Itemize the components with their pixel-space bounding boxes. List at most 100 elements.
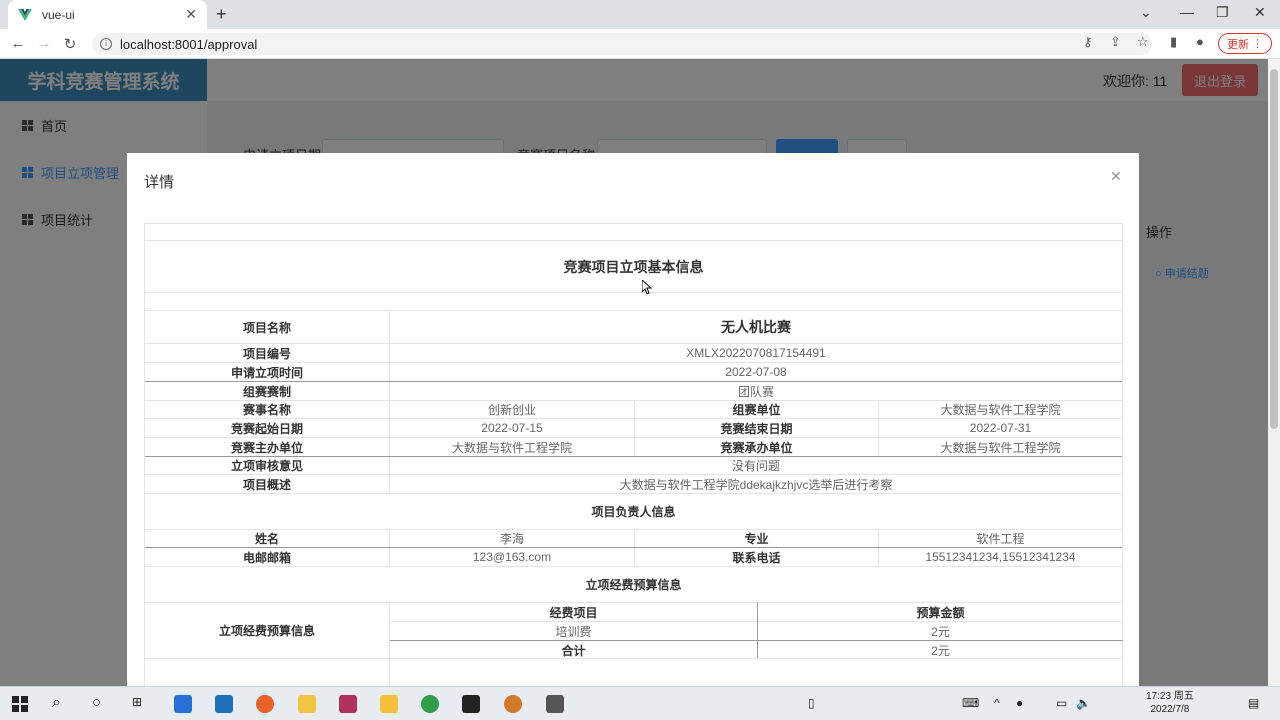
url-field[interactable]: i localhost:8001/approval xyxy=(92,33,1152,55)
cortana-icon[interactable]: ○ xyxy=(92,694,101,711)
mouse-cursor-icon xyxy=(642,280,652,295)
budget-label: 立项经费预算信息 xyxy=(218,624,315,638)
back-icon[interactable]: ← xyxy=(5,35,31,52)
budget-item-value: 培训费 xyxy=(390,621,757,640)
detail-dialog: 详情 ✕ 竞赛项目立项基本信息 项目名称 无人机比赛 项目编号 XMLX2022… xyxy=(127,153,1139,686)
taskbar-clock[interactable]: 17:23 周五 2022/7/8 xyxy=(1146,690,1194,716)
share-icon[interactable]: ⇪ xyxy=(1110,34,1121,50)
keyboard-icon[interactable]: ⌨ xyxy=(962,696,979,710)
budget-section-row: 立项经费预算信息 xyxy=(145,566,1122,602)
profile-icon[interactable]: ● xyxy=(1196,34,1204,49)
page-scrollbar[interactable] xyxy=(1268,59,1280,686)
review-value: 没有问题 xyxy=(389,457,1122,474)
project-name-value: 无人机比赛 xyxy=(389,311,1122,343)
leader-section-row: 项目负责人信息 xyxy=(145,493,1122,529)
jetbrains-icon[interactable] xyxy=(339,695,357,713)
budget-amount-header: 预算金额 xyxy=(757,603,1123,621)
budget-total-label: 合计 xyxy=(390,640,757,659)
windows-start-icon[interactable] xyxy=(12,696,28,712)
budget-total-value: 2元 xyxy=(757,640,1123,659)
table-row: 项目概述 大数据与软件工程学院ddekajkzhjvc选举后进行考察 xyxy=(145,474,1122,493)
table-row: 赛事名称 创新创业 组赛单位 大数据与软件工程学院 xyxy=(145,400,1122,418)
budget-item-header: 经费项目 xyxy=(549,605,598,620)
event-name-label: 赛事名称 xyxy=(242,403,291,417)
table-row: 姓名 李海 专业 软件工程 xyxy=(145,529,1122,547)
url-text: localhost:8001/approval xyxy=(120,36,258,52)
browser-tab[interactable]: vue-ui ✕ xyxy=(8,0,207,29)
battery-icon[interactable]: ▯ xyxy=(808,696,815,710)
volume-icon[interactable]: 🔈 xyxy=(1076,696,1091,710)
tab-search-icon[interactable]: ⌄ xyxy=(1140,4,1152,21)
dialog-close-icon[interactable]: ✕ xyxy=(1110,168,1122,185)
network-icon[interactable]: ▭ xyxy=(1056,696,1067,710)
system-label: 组赛赛制 xyxy=(242,384,291,399)
undertake-label: 竞赛承办单位 xyxy=(634,438,878,456)
leader-section-title: 项目负责人信息 xyxy=(591,505,676,519)
reload-icon[interactable]: ↻ xyxy=(57,35,83,53)
table-row: 项目编号 XMLX2022070817154491 xyxy=(145,343,1122,362)
notification-icon[interactable]: ▤ xyxy=(1248,696,1259,710)
budget-block: 立项经费预算信息 经费项目 预算金额 培训费 2元 合计 2元 xyxy=(145,602,1123,659)
table-row: 项目名称 无人机比赛 xyxy=(145,310,1122,343)
leader-name-label: 姓名 xyxy=(254,532,279,546)
scrollbar-thumb[interactable] xyxy=(1270,69,1278,429)
tray-app-icon[interactable]: ● xyxy=(1016,696,1023,710)
window-close-icon[interactable]: ✕ xyxy=(1254,4,1266,21)
end-date-value: 2022-07-31 xyxy=(878,419,1122,437)
budget-subtable: 经费项目 预算金额 培训费 2元 合计 2元 xyxy=(389,603,1123,659)
tray-chevron-icon[interactable]: ^ xyxy=(994,696,1000,710)
new-tab-icon[interactable]: + xyxy=(216,4,227,25)
file-explorer-icon[interactable] xyxy=(380,695,398,713)
firefox-icon[interactable] xyxy=(256,695,274,713)
table-row: 竞赛主办单位 大数据与软件工程学院 竞赛承办单位 大数据与软件工程学院 xyxy=(145,437,1122,456)
undertake-value: 大数据与软件工程学院 xyxy=(878,438,1122,456)
summary-value: 大数据与软件工程学院ddekajkzhjvc选举后进行考察 xyxy=(389,475,1122,493)
apply-time-label: 申请立项时间 xyxy=(230,365,303,380)
major-label: 专业 xyxy=(634,530,878,547)
email-value: 123@163.com xyxy=(389,548,634,566)
clock-date: 2022/7/8 xyxy=(1150,704,1190,715)
detail-table: 竞赛项目立项基本信息 项目名称 无人机比赛 项目编号 XMLX202207081… xyxy=(144,223,1123,686)
phone-value: 15512341234,15512341234 xyxy=(878,548,1122,566)
minimize-icon[interactable]: — xyxy=(1180,4,1194,20)
update-label: 更新 xyxy=(1226,38,1249,51)
app-icon[interactable] xyxy=(546,695,564,713)
start-date-value: 2022-07-15 xyxy=(389,419,634,437)
browser-tab-bar: vue-ui ✕ + ⌄ — ❐ ✕ xyxy=(0,0,1280,29)
phone-label: 联系电话 xyxy=(634,548,878,566)
store-icon[interactable] xyxy=(174,695,192,713)
task-view-icon[interactable]: ⊞ xyxy=(132,695,142,709)
spacer-row xyxy=(145,292,1122,310)
clock-time: 17:23 周五 xyxy=(1146,691,1194,702)
dialog-title: 详情 xyxy=(144,174,175,191)
chrome-icon[interactable] xyxy=(421,695,439,713)
system-value: 团队赛 xyxy=(389,382,1122,400)
tab-close-icon[interactable]: ✕ xyxy=(185,6,197,23)
org-label: 组赛单位 xyxy=(634,401,878,418)
taskbar: ⌕ ○ ⊞ ▯ ⌨ ^ ● ▭ 🔈 17:23 周五 2022/7/8 ▤ xyxy=(0,686,1280,720)
project-no-value: XMLX2022070817154491 xyxy=(389,344,1122,362)
bookmark-star-icon[interactable]: ☆ xyxy=(1137,34,1149,50)
budget-amount-value: 2元 xyxy=(757,621,1123,640)
project-no-label: 项目编号 xyxy=(242,346,291,361)
leader-name-value: 李海 xyxy=(389,530,634,547)
start-date-label: 竞赛起始日期 xyxy=(230,421,303,436)
update-button[interactable]: 更新 ⋮ xyxy=(1218,33,1272,54)
forward-icon[interactable]: → xyxy=(31,35,57,52)
event-name-value: 创新创业 xyxy=(389,401,634,418)
detail-header-row: 竞赛项目立项基本信息 xyxy=(145,240,1122,292)
mail-icon[interactable] xyxy=(215,695,233,713)
idea-icon[interactable] xyxy=(504,695,522,713)
key-icon[interactable]: ⚷ xyxy=(1083,34,1093,50)
host-label: 竞赛主办单位 xyxy=(230,440,303,455)
site-info-icon[interactable]: i xyxy=(100,38,112,50)
side-panel-icon[interactable]: ▮ xyxy=(1170,34,1177,50)
table-row: 电邮邮箱 123@163.com 联系电话 15512341234,155123… xyxy=(145,547,1122,566)
host-value: 大数据与软件工程学院 xyxy=(389,438,634,456)
terminal-icon[interactable] xyxy=(462,695,480,713)
project-name-label: 项目名称 xyxy=(242,320,291,335)
search-icon[interactable]: ⌕ xyxy=(52,694,61,712)
restore-icon[interactable]: ❐ xyxy=(1216,4,1229,21)
org-value: 大数据与软件工程学院 xyxy=(878,401,1122,418)
notes-icon[interactable] xyxy=(298,695,316,713)
